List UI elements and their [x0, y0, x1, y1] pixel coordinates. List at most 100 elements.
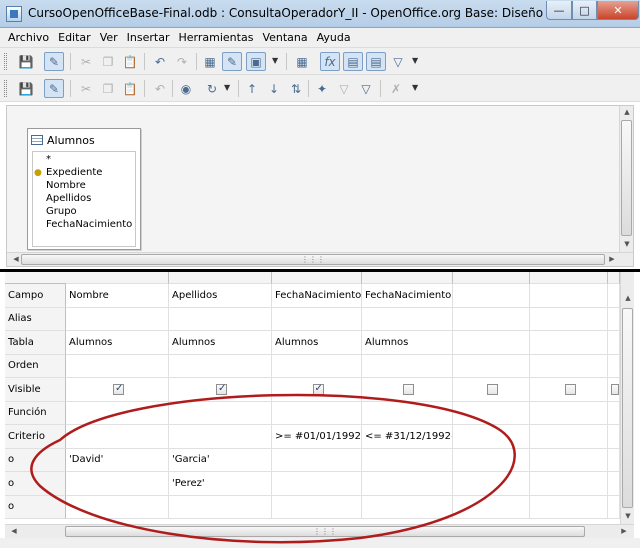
field-list-item[interactable]: ● Expediente — [33, 166, 135, 179]
grid-column-header[interactable] — [530, 272, 608, 284]
grid-cell-funcion[interactable] — [169, 401, 272, 425]
visible-checkbox[interactable] — [403, 383, 414, 395]
copy-icon[interactable]: ❐ — [98, 79, 118, 98]
grid-cell-tabla[interactable] — [608, 331, 620, 355]
scroll-left-icon[interactable]: ◀ — [7, 527, 21, 535]
grid-cell-o[interactable] — [453, 472, 530, 496]
save-icon[interactable]: 💾 — [16, 52, 36, 71]
grid-cell-o[interactable] — [608, 472, 620, 496]
table-name-icon[interactable]: ▤ — [343, 52, 363, 71]
alias-icon[interactable]: ▤ — [366, 52, 386, 71]
functions-icon[interactable]: fx — [320, 52, 340, 71]
paste-icon[interactable]: 📋 — [120, 79, 140, 98]
grid-cell-o[interactable] — [272, 495, 362, 519]
minimize-button[interactable]: — — [546, 1, 572, 20]
grid-cell-campo[interactable]: Apellidos — [169, 284, 272, 308]
grid-cell-alias[interactable] — [453, 307, 530, 331]
paste-icon[interactable]: 📋 — [120, 52, 140, 71]
grid-cell-criterio[interactable]: <= #31/12/1992# — [362, 425, 453, 449]
scroll-thumb[interactable]: ⋮⋮⋮ — [21, 254, 605, 265]
grid-column-header[interactable] — [608, 272, 620, 284]
menu-ventana[interactable]: Ventana — [262, 31, 307, 44]
visible-checkbox[interactable] — [216, 383, 227, 395]
grid-cell-orden[interactable] — [530, 354, 608, 378]
grid-cell-campo[interactable] — [530, 284, 608, 308]
visible-checkbox[interactable] — [611, 383, 619, 395]
scroll-down-icon[interactable]: ▼ — [620, 240, 634, 248]
grid-cell-campo[interactable]: FechaNacimiento — [362, 284, 453, 308]
dropdown-arrow-icon[interactable]: ▼ — [412, 56, 422, 68]
grid-cell-visible[interactable] — [530, 378, 608, 402]
undo-icon[interactable]: ↶ — [150, 52, 170, 71]
copy-icon[interactable]: ❐ — [98, 52, 118, 71]
grid-cell-campo[interactable]: Nombre — [66, 284, 169, 308]
edit-icon[interactable]: ✎ — [44, 52, 64, 71]
distinct-icon[interactable]: ▽ — [388, 52, 408, 71]
grid-cell-alias[interactable] — [66, 307, 169, 331]
visible-checkbox[interactable] — [487, 383, 498, 395]
grid-cell-funcion[interactable] — [66, 401, 169, 425]
visible-checkbox[interactable] — [312, 383, 324, 395]
grid-cell-orden[interactable] — [608, 354, 620, 378]
dropdown-arrow-icon[interactable]: ▼ — [412, 83, 422, 95]
scroll-down-icon[interactable]: ▼ — [621, 512, 635, 520]
menu-archivo[interactable]: Archivo — [8, 31, 49, 44]
grid-cell-alias[interactable] — [169, 307, 272, 331]
undo-icon[interactable]: ↶ — [150, 79, 170, 98]
grid-cell-tabla[interactable] — [530, 331, 608, 355]
cut-icon[interactable]: ✂ — [76, 79, 96, 98]
grid-cell-orden[interactable] — [169, 354, 272, 378]
grid-cell-o[interactable] — [608, 495, 620, 519]
field-list-item[interactable]: Nombre — [33, 179, 135, 192]
table-area-vertical-scrollbar[interactable]: ▲ ▼ — [619, 106, 633, 252]
grid-cell-o[interactable] — [530, 472, 608, 496]
field-list[interactable]: * ● Expediente Nombre Apellidos Grupo Fec… — [32, 151, 136, 247]
grid-cell-o[interactable]: 'David' — [66, 448, 169, 472]
grid-cell-o[interactable] — [530, 448, 608, 472]
table-window-header[interactable]: Alumnos — [28, 129, 140, 151]
scroll-right-icon[interactable]: ▶ — [605, 255, 619, 263]
grid-cell-campo[interactable] — [453, 284, 530, 308]
toolbar-grip[interactable] — [4, 80, 7, 97]
scroll-thumb[interactable] — [621, 120, 632, 236]
toolbar-grip[interactable] — [4, 53, 7, 70]
grid-cell-o[interactable]: 'Perez' — [169, 472, 272, 496]
menu-insertar[interactable]: Insertar — [127, 31, 170, 44]
grid-cell-alias[interactable] — [272, 307, 362, 331]
grid-column-header[interactable] — [272, 272, 362, 284]
grid-cell-visible[interactable] — [362, 378, 453, 402]
grid-cell-o[interactable] — [453, 495, 530, 519]
grid-cell-funcion[interactable] — [530, 401, 608, 425]
scroll-thumb[interactable]: ⋮⋮⋮ — [65, 526, 585, 537]
sort-ascending-icon[interactable]: ↑ — [242, 79, 262, 98]
grid-cell-o[interactable] — [453, 448, 530, 472]
grid-cell-o[interactable] — [272, 472, 362, 496]
grid-column-header[interactable] — [362, 272, 453, 284]
grid-cell-tabla[interactable]: Alumnos — [362, 331, 453, 355]
grid-cell-visible[interactable] — [453, 378, 530, 402]
find-icon[interactable]: ◉ — [176, 79, 196, 98]
grid-cell-orden[interactable] — [272, 354, 362, 378]
remove-filter-icon[interactable]: ✗ — [386, 79, 406, 98]
grid-cell-visible[interactable] — [169, 378, 272, 402]
grid-cell-o[interactable] — [169, 495, 272, 519]
grid-cell-criterio[interactable] — [530, 425, 608, 449]
grid-cell-o[interactable] — [66, 495, 169, 519]
grid-cell-orden[interactable] — [66, 354, 169, 378]
menu-herramientas[interactable]: Herramientas — [179, 31, 254, 44]
cut-icon[interactable]: ✂ — [76, 52, 96, 71]
scroll-right-icon[interactable]: ▶ — [617, 527, 631, 535]
grid-cell-o[interactable] — [272, 448, 362, 472]
grid-cell-criterio[interactable]: >= #01/01/1992# — [272, 425, 362, 449]
field-list-item[interactable]: FechaNacimiento — [33, 218, 135, 231]
apply-filter-icon[interactable]: ▽ — [356, 79, 376, 98]
grid-cell-alias[interactable] — [608, 307, 620, 331]
grid-cell-funcion[interactable] — [362, 401, 453, 425]
dropdown-arrow-icon[interactable]: ▼ — [224, 83, 234, 95]
grid-cell-o[interactable] — [362, 472, 453, 496]
grid-vertical-scrollbar[interactable]: ▲ ▼ — [620, 272, 634, 524]
run-query-icon[interactable]: ▦ — [292, 52, 312, 71]
grid-cell-visible[interactable] — [66, 378, 169, 402]
menu-ayuda[interactable]: Ayuda — [317, 31, 351, 44]
grid-cell-tabla[interactable]: Alumnos — [272, 331, 362, 355]
